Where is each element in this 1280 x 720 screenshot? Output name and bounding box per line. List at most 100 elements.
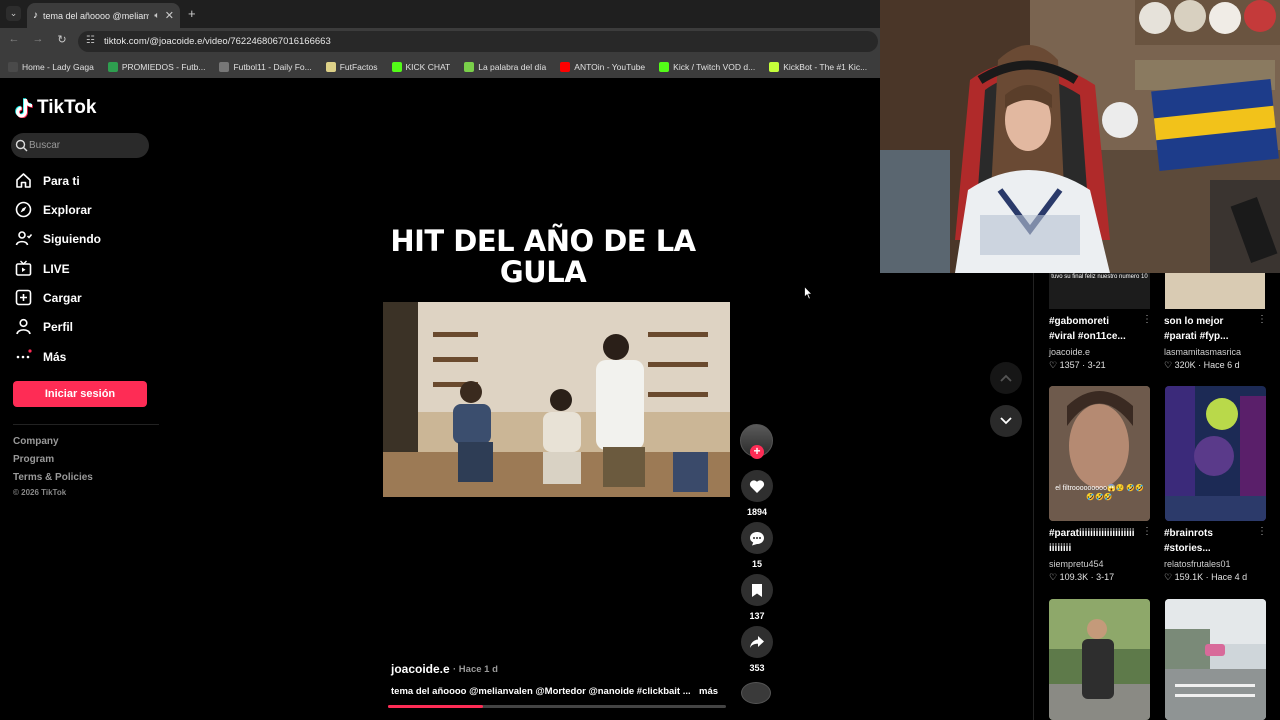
forward-button[interactable]: → (30, 33, 46, 45)
related-card-title: #brainrots #stories... (1164, 528, 1213, 554)
like-button[interactable] (741, 470, 773, 502)
nav-profile[interactable]: Perfil (15, 318, 73, 335)
sidebar-divider (13, 424, 159, 425)
tiktok-favicon-icon: ♪ (33, 10, 38, 21)
related-card[interactable]: son lo mejor #parati #fyp... ⋮ lasmamita… (1164, 314, 1269, 371)
upload-plus-icon (15, 289, 32, 306)
nav-upload[interactable]: Cargar (15, 289, 82, 306)
next-video-button[interactable] (990, 405, 1022, 437)
related-card[interactable]: #paratiiiiiiiiiiiiiiiiiiii iiiiiiii ⋮ si… (1049, 526, 1154, 583)
related-thumb[interactable]: el filtrooooooooo😱😢 🤣🤣🤣🤣🤣 (1049, 386, 1150, 521)
heart-icon (749, 479, 765, 493)
tiktok-note-icon (15, 98, 33, 118)
browser-tab[interactable]: ♪ tema del añoooo @melianvalen 🔈︎ ✕ (27, 3, 180, 28)
nav-following[interactable]: Siguiendo (15, 230, 101, 247)
bookmark-item[interactable]: PROMIEDOS - Futb... (107, 61, 206, 72)
related-card[interactable]: #brainrots #stories... ⋮ relatosfrutales… (1164, 526, 1269, 583)
bookmark-label: KickBot - The #1 Kic... (783, 61, 868, 72)
footer-company-link[interactable]: Company (13, 436, 59, 447)
nav-upload-label: Cargar (43, 290, 82, 305)
related-card-title: #gabomoreti #viral #on11ce... (1049, 316, 1126, 342)
save-button[interactable] (741, 574, 773, 606)
webcam-feed-image (880, 0, 1280, 273)
save-count: 137 (749, 611, 765, 621)
related-card-age: Hace 6 d (1203, 360, 1240, 370)
nav-more[interactable]: Más (15, 348, 66, 365)
card-options-icon[interactable]: ⋮ (1142, 314, 1152, 325)
post-time: · Hace 1 d (453, 664, 498, 675)
back-button[interactable]: ← (6, 33, 22, 45)
bookmark-item[interactable]: La palabra del día (464, 61, 546, 72)
chevron-up-icon (1000, 374, 1012, 382)
nav-live[interactable]: LIVE (15, 260, 70, 277)
compass-icon (15, 201, 32, 218)
footer-terms-link[interactable]: Terms & Policies (13, 472, 93, 483)
address-bar[interactable]: ☷ tiktok.com/@joacoide.e/video/762246806… (78, 31, 878, 52)
bookmark-item[interactable]: KickBot - The #1 Kic... (769, 61, 868, 72)
heart-outline-icon: ♡ (1049, 360, 1058, 370)
card-options-icon[interactable]: ⋮ (1257, 526, 1267, 537)
related-thumb[interactable] (1165, 386, 1266, 521)
nav-explore[interactable]: Explorar (15, 201, 92, 218)
nav-for-you[interactable]: Para ti (15, 172, 80, 189)
card-options-icon[interactable]: ⋮ (1142, 526, 1152, 537)
site-info-icon[interactable]: ☷ (86, 35, 95, 46)
tab-close-icon[interactable]: ✕ (165, 9, 174, 22)
bookmark-favicon-icon (107, 61, 118, 72)
bookmark-favicon-icon (560, 61, 571, 72)
bookmark-item[interactable]: Home - Lady Gaga (8, 61, 94, 72)
tiktok-wordmark: TikTok (37, 97, 97, 118)
nav-live-label: LIVE (43, 261, 70, 276)
comment-button[interactable] (741, 522, 773, 554)
related-videos-panel: tuvo su final feliz nuestro numero 10 #g… (1033, 273, 1280, 720)
related-card-user: joacoide.e (1049, 347, 1091, 357)
reload-button[interactable]: ↻ (54, 33, 70, 46)
bookmark-label: Kick / Twitch VOD d... (673, 61, 756, 72)
video-author[interactable]: joacoide.e (391, 662, 450, 676)
video-player[interactable] (383, 302, 730, 497)
bookmark-item[interactable]: Futbol11 - Daily Fo... (219, 61, 312, 72)
nav-profile-label: Perfil (43, 319, 74, 334)
search-input[interactable]: Buscar (11, 133, 149, 158)
bookmark-item[interactable]: ANTOin - YouTube (560, 61, 645, 72)
related-thumb[interactable] (1165, 599, 1266, 720)
description-more-button[interactable]: más (699, 686, 718, 697)
new-tab-button[interactable]: + (188, 6, 196, 21)
nav-for-you-label: Para ti (43, 173, 80, 188)
tiktok-logo[interactable]: TikTok (15, 97, 96, 119)
login-button[interactable]: Iniciar sesión (13, 381, 147, 407)
follow-plus-button[interactable]: + (750, 445, 764, 459)
bookmark-item[interactable]: KICK CHAT (391, 61, 450, 72)
bookmark-favicon-icon (464, 61, 475, 72)
previous-video-button[interactable] (990, 362, 1022, 394)
nav-explore-label: Explorar (43, 202, 92, 217)
related-card-title: #paratiiiiiiiiiiiiiiiiiiii iiiiiiii (1049, 528, 1135, 554)
nav-more-label: Más (43, 349, 67, 364)
related-thumb[interactable] (1049, 599, 1150, 720)
comment-bubble-icon (750, 531, 764, 545)
bookmark-item[interactable]: FutFactos (325, 61, 378, 72)
related-thumb-partial-2[interactable] (1165, 273, 1265, 309)
related-card[interactable]: #gabomoreti #viral #on11ce... ⋮ joacoide… (1049, 314, 1154, 371)
thumb-image (1165, 599, 1266, 720)
bookmark-label: PROMIEDOS - Futb... (121, 61, 206, 72)
video-description: tema del añoooo @melianvalen @Mortedor @… (391, 686, 691, 697)
share-button[interactable] (741, 626, 773, 658)
related-thumb-partial-1[interactable]: tuvo su final feliz nuestro numero 10 (1049, 273, 1150, 309)
related-card-likes: 1357 (1059, 360, 1080, 370)
bookmark-item[interactable]: Kick / Twitch VOD d... (659, 61, 756, 72)
card-options-icon[interactable]: ⋮ (1257, 314, 1267, 325)
footer-program-link[interactable]: Program (13, 454, 54, 465)
video-caption-overlay: HIT DEL AÑO DE LA GULA (390, 224, 696, 289)
bookmark-icon (752, 583, 762, 597)
related-card-title: son lo mejor #parati #fyp... (1164, 316, 1229, 342)
related-card-likes: 109.3K (1059, 572, 1089, 582)
related-card-age: 3-21 (1087, 360, 1106, 370)
heart-outline-icon: ♡ (1049, 572, 1058, 582)
heart-outline-icon: ♡ (1164, 572, 1173, 582)
music-disc-avatar[interactable] (741, 682, 771, 704)
tab-search-button[interactable]: ⌄ (6, 6, 21, 21)
comment-count: 15 (751, 559, 762, 569)
related-card-age: 3-17 (1096, 572, 1115, 582)
home-icon (16, 173, 31, 188)
